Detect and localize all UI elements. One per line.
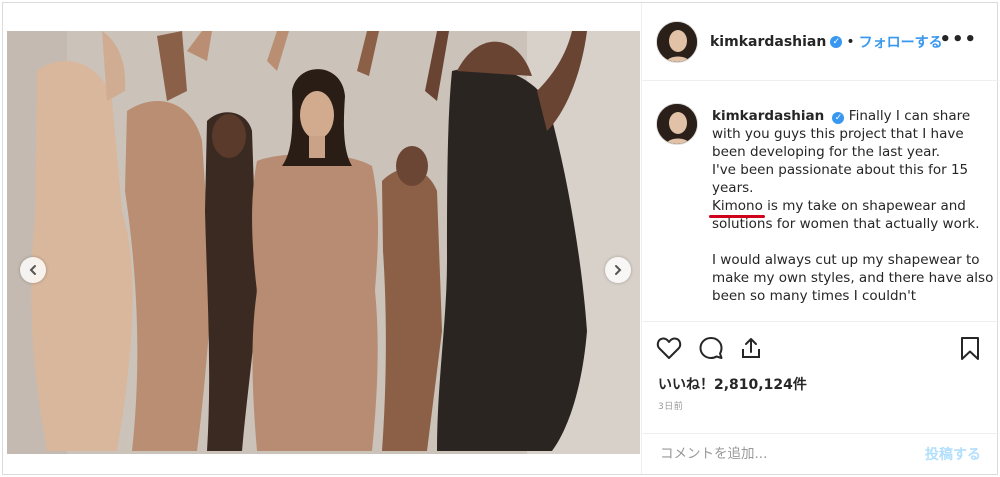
heart-icon: [656, 337, 682, 359]
likes-count[interactable]: いいね！2,810,124件: [658, 374, 807, 394]
post-caption: kimkardashian ✓ Finally I can share with…: [709, 107, 994, 305]
post-comment-button[interactable]: 投稿する: [925, 444, 981, 464]
post-image-carousel[interactable]: [7, 31, 640, 454]
caption-avatar[interactable]: [656, 103, 698, 145]
caption-section: kimkardashian ✓ Finally I can share with…: [642, 83, 999, 319]
post-timestamp[interactable]: 3日前: [658, 399, 683, 412]
verified-badge-icon: ✓: [832, 112, 845, 124]
avatar-image: [657, 104, 697, 144]
post-actions: いいね！2,810,124件 3日前: [642, 321, 999, 433]
chevron-right-icon: [615, 265, 622, 275]
comment-icon: [699, 337, 723, 359]
carousel-next-button[interactable]: [605, 257, 631, 283]
action-icons-group: [656, 336, 762, 364]
post-header: kimkardashian ✓ • フォローする •••: [642, 3, 999, 81]
comment-button[interactable]: [698, 336, 724, 364]
caption-username[interactable]: kimkardashian: [712, 108, 824, 124]
instagram-post: kimkardashian ✓ • フォローする ••• kimkardashi…: [2, 2, 999, 475]
share-button[interactable]: [740, 336, 762, 364]
carousel-prev-button[interactable]: [20, 257, 46, 283]
post-sidebar: kimkardashian ✓ • フォローする ••• kimkardashi…: [641, 3, 999, 474]
bookmark-icon: [961, 337, 979, 360]
caption-brand-name: Kimono: [709, 198, 765, 218]
post-photo: [7, 31, 640, 454]
chevron-left-icon: [29, 265, 36, 275]
caption-text-line4: I would always cut up my shapewear to ma…: [712, 252, 994, 304]
save-button[interactable]: [959, 336, 981, 366]
avatar[interactable]: [656, 20, 698, 63]
header-separator: •: [846, 33, 855, 50]
more-options-icon[interactable]: •••: [939, 29, 977, 50]
follow-button[interactable]: フォローする: [859, 32, 943, 52]
header-username[interactable]: kimkardashian: [710, 34, 826, 50]
comment-input[interactable]: [660, 446, 925, 462]
verified-badge-icon: ✓: [830, 35, 843, 48]
comment-form: 投稿する: [642, 433, 999, 474]
avatar-image: [657, 21, 697, 62]
share-icon: [742, 338, 760, 358]
caption-text-line2: I've been passionate about this for 15 y…: [712, 162, 969, 196]
like-button[interactable]: [656, 336, 682, 364]
